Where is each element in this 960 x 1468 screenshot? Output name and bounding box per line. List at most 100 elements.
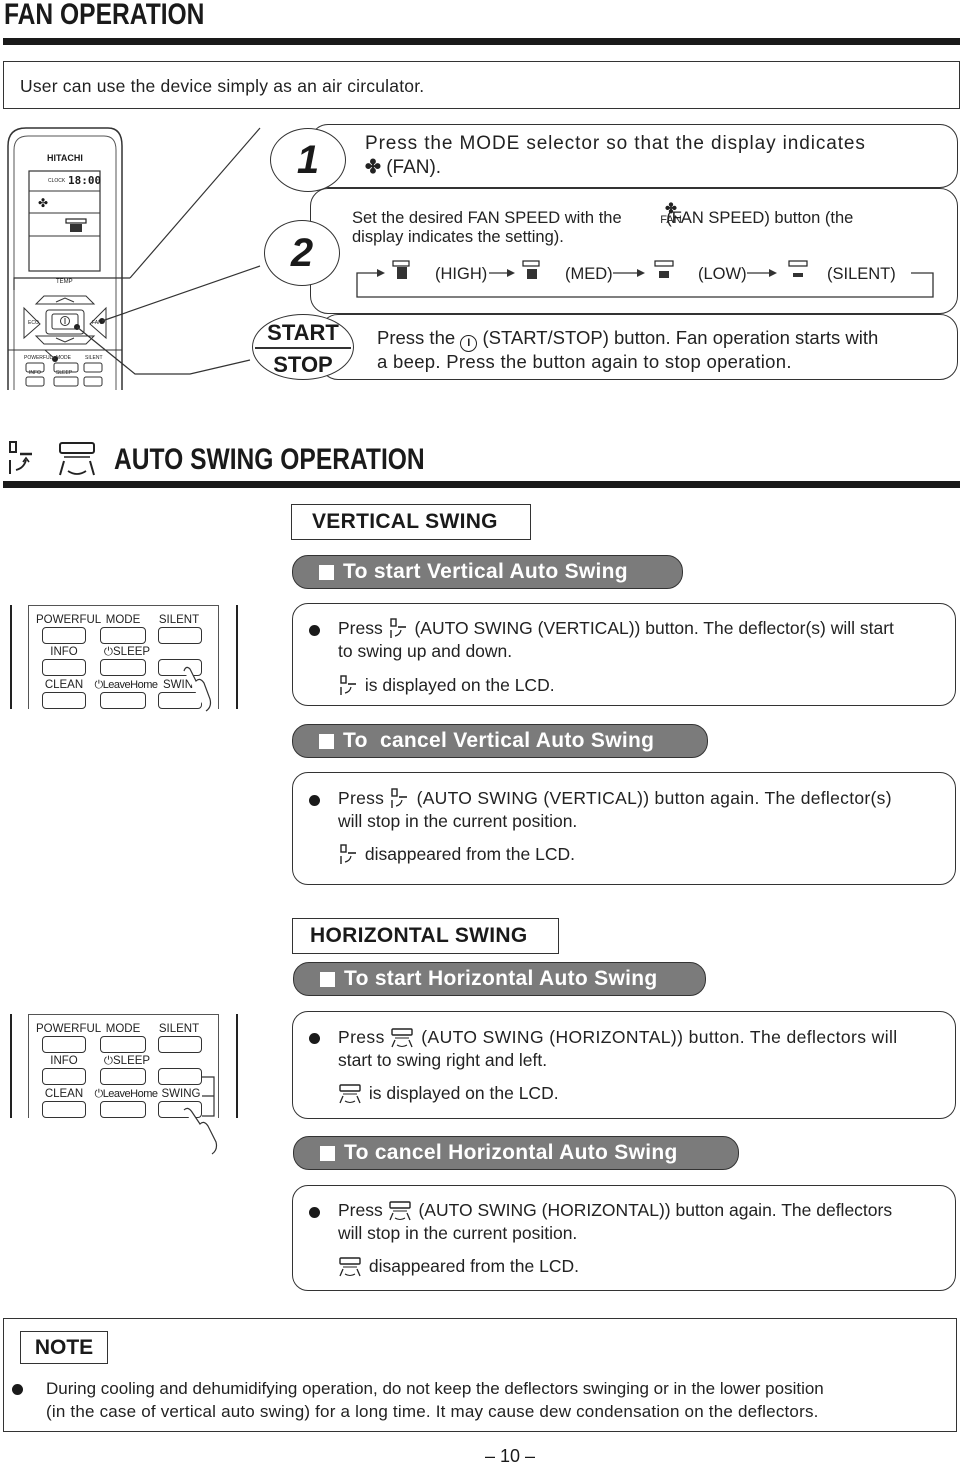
square-bullet-icon xyxy=(319,564,334,580)
note-line1: During cooling and dehumidifying operati… xyxy=(46,1379,824,1398)
vertical-swing-icon xyxy=(389,787,411,810)
fan-low-icon xyxy=(654,260,674,278)
info-button[interactable] xyxy=(42,1068,86,1085)
auto-swing-title: AUTO SWING OPERATION xyxy=(114,443,425,476)
horizontal-start-pill-label: To start Horizontal Auto Swing xyxy=(344,967,658,990)
sleep-button[interactable] xyxy=(100,659,146,676)
vertical-cancel-line3: disappeared from the LCD. xyxy=(338,843,575,866)
vertical-start-pill-label: To start Vertical Auto Swing xyxy=(343,560,628,583)
panel-label-info: INFO xyxy=(50,646,78,658)
fan-icon: ✤ xyxy=(365,157,381,178)
step2-line1-b: (FAN SPEED) button (the xyxy=(666,209,854,227)
step2-line1-a: Set the desired FAN SPEED with the xyxy=(352,209,622,227)
vertical-cancel-line1-b: (AUTO SWING (VERTICAL)) button again. Th… xyxy=(416,788,892,808)
remote-temp-label: TEMP xyxy=(56,279,73,285)
panel-label-mode: MODE xyxy=(105,1023,141,1035)
speed-high-label: (HIGH) xyxy=(435,265,488,283)
horizontal-cancel-line1-a: Press xyxy=(338,1200,383,1220)
panel-label-swing: SWING xyxy=(161,1088,201,1100)
remote-fan-icon: ✤ xyxy=(38,196,49,210)
vertical-start-line1-b: (AUTO SWING (VERTICAL)) button. The defl… xyxy=(414,618,894,638)
vertical-cancel-pill-label: To cancel Vertical Auto Swing xyxy=(343,729,655,752)
remote-control-illustration: HITACHI CLOCK 18:00 ✤ TEMP ECO FAN POWER… xyxy=(0,124,261,394)
vertical-swing-button[interactable] xyxy=(158,1068,202,1085)
step2-number: 2 xyxy=(264,220,340,286)
vertical-start-line2: to swing up and down. xyxy=(338,641,513,661)
remote-brand: HITACHI xyxy=(47,153,83,163)
speed-med-label: (MED) xyxy=(565,265,613,283)
horizontal-swing-icon xyxy=(388,1199,414,1222)
info-button[interactable] xyxy=(42,659,86,676)
fan-speed-icon-label: FAN xyxy=(660,214,682,226)
horizontal-start-line3: is displayed on the LCD. xyxy=(338,1082,559,1105)
start-stop-line1-b: (START/STOP) button. Fan operation start… xyxy=(482,327,879,348)
clean-button[interactable] xyxy=(42,692,86,709)
sleep-button[interactable] xyxy=(100,1068,146,1085)
intro-box: User can use the device simply as an air… xyxy=(3,61,960,109)
vertical-start-line3: is displayed on the LCD. xyxy=(338,674,555,697)
horizontal-swing-icon xyxy=(338,1082,364,1105)
fan-high-icon xyxy=(392,260,410,279)
horizontal-swing-icon xyxy=(390,1026,416,1049)
start-stop-box: Press the I (START/STOP) button. Fan ope… xyxy=(320,314,958,380)
silent-button[interactable] xyxy=(158,627,202,644)
fan-silent-icon xyxy=(788,260,808,277)
square-bullet-icon xyxy=(320,971,335,987)
start-stop-line1-a: Press the xyxy=(377,327,456,348)
vertical-swing-icon xyxy=(338,674,360,697)
start-stop-divider xyxy=(255,347,351,349)
remote-fan-label: FAN xyxy=(92,320,102,326)
mode-button[interactable] xyxy=(100,627,146,644)
bullet-icon xyxy=(309,1033,320,1044)
panel-label-sleep: ⏻SLEEP xyxy=(103,646,151,658)
bullet-icon xyxy=(309,1207,320,1218)
vertical-cancel-line1: Press (AUTO SWING (VERTICAL)) button aga… xyxy=(338,787,892,810)
remote-mode-label: MODE xyxy=(56,355,71,361)
bullet-icon xyxy=(12,1384,23,1395)
swing-remote-panel-horizontal: POWERFUL MODE SILENT INFO ⏻SLEEP CLEAN ⏻… xyxy=(8,1014,240,1155)
vertical-start-info: Press (AUTO SWING (VERTICAL)) button. Th… xyxy=(292,603,956,706)
horizontal-start-pill: To start Horizontal Auto Swing xyxy=(293,962,706,996)
speed-silent-label: (SILENT) xyxy=(827,265,896,283)
panel-label-info: INFO xyxy=(50,1055,78,1067)
powerful-button[interactable] xyxy=(42,1036,86,1053)
horizontal-start-line1-a: Press xyxy=(338,1027,385,1047)
remote-clock-label: CLOCK xyxy=(48,178,66,184)
panel-label-silent: SILENT xyxy=(158,1023,200,1035)
step1-line1: Press the MODE selector so that the disp… xyxy=(365,133,866,154)
title-rule xyxy=(3,38,960,45)
vertical-swing-icon xyxy=(338,843,360,866)
pointing-hand-icon xyxy=(183,666,212,712)
panel-label-sleep: ⏻SLEEP xyxy=(103,1055,151,1067)
horizontal-cancel-line2: will stop in the current position. xyxy=(338,1223,578,1243)
clean-button[interactable] xyxy=(42,1101,86,1118)
remote-info-label: INFO xyxy=(29,370,41,376)
leavehome-button[interactable] xyxy=(100,1101,146,1118)
page-number: – 10 – xyxy=(484,1446,536,1466)
fan-med-icon xyxy=(522,260,540,279)
panel-label-silent: SILENT xyxy=(158,614,200,626)
square-bullet-icon xyxy=(320,1145,335,1161)
stop-label: STOP xyxy=(273,352,333,377)
leavehome-button[interactable] xyxy=(100,692,146,709)
vertical-cancel-line1-a: Press xyxy=(338,788,385,808)
step2-line1: Set the desired FAN SPEED with the ✤ FAN… xyxy=(352,201,854,228)
step2-box: Set the desired FAN SPEED with the ✤ FAN… xyxy=(310,188,958,314)
vertical-cancel-line3-text: disappeared from the LCD. xyxy=(364,844,575,864)
vertical-start-line1: Press (AUTO SWING (VERTICAL)) button. Th… xyxy=(338,617,894,640)
panel-label-leavehome: ⏻LeaveHome xyxy=(94,1088,158,1100)
horizontal-cancel-line1-b: (AUTO SWING (HORIZONTAL)) button again. … xyxy=(418,1200,893,1220)
bullet-icon xyxy=(309,625,320,636)
step2-line2: display indicates the setting). xyxy=(352,228,564,246)
panel-label-leavehome: ⏻LeaveHome xyxy=(94,679,158,691)
remote-control-drawing xyxy=(7,127,261,390)
silent-button[interactable] xyxy=(158,1036,202,1053)
panel-label-clean: CLEAN xyxy=(44,1088,84,1100)
horizontal-start-line3-text: is displayed on the LCD. xyxy=(368,1083,559,1103)
powerful-button[interactable] xyxy=(42,627,86,644)
vertical-start-pill: To start Vertical Auto Swing xyxy=(292,555,683,589)
panel-label-powerful: POWERFUL xyxy=(36,614,102,626)
mode-button[interactable] xyxy=(100,1036,146,1053)
pointing-hand-icon xyxy=(183,1107,218,1155)
remote-clock-time: 18:00 xyxy=(68,174,102,187)
